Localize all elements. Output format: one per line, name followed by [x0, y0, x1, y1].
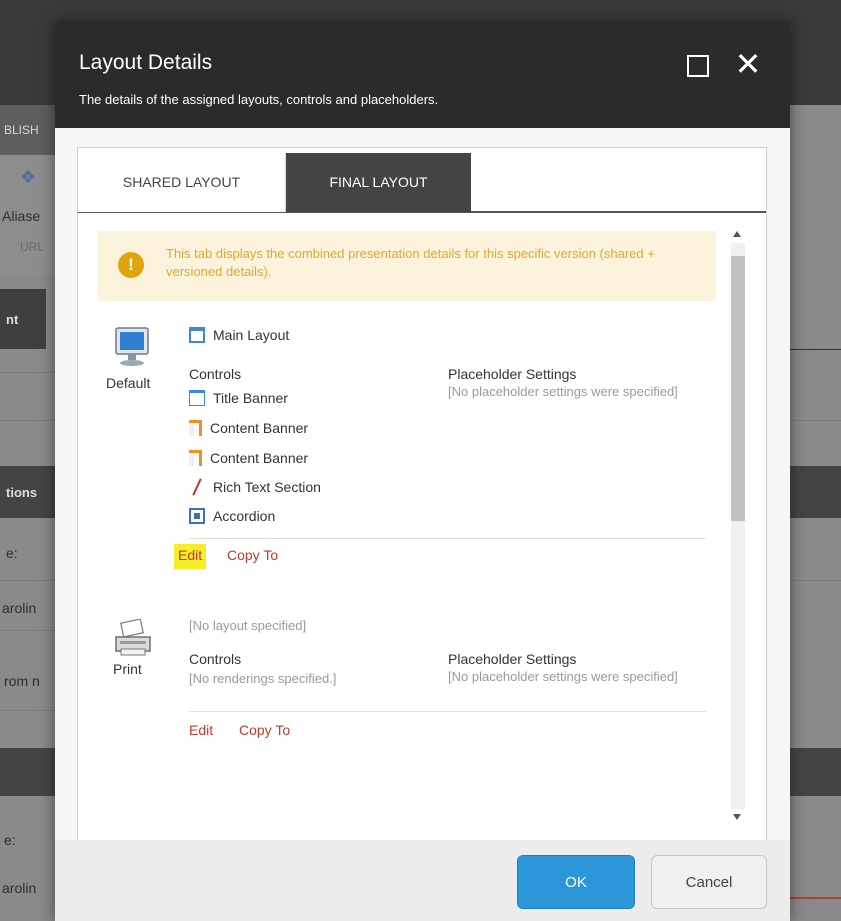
background-section-header: [0, 748, 60, 796]
edit-link[interactable]: Edit: [189, 722, 213, 738]
device-name: Default: [106, 375, 151, 391]
tab-final-layout[interactable]: FINAL LAYOUT: [286, 153, 471, 212]
control-label: Accordion: [213, 508, 276, 524]
layout-icon: [189, 327, 205, 343]
tab-bar: SHARED LAYOUT FINAL LAYOUT: [78, 153, 766, 213]
background-divider: [790, 420, 841, 421]
control-label: Content Banner: [210, 420, 309, 436]
control-label: Title Banner: [213, 390, 288, 406]
background-divider: [0, 630, 60, 631]
scrollbar-thumb[interactable]: [731, 256, 745, 521]
background-divider: [0, 372, 60, 373]
scroll-down-icon[interactable]: [733, 814, 741, 820]
background-field-label: e:: [4, 832, 16, 848]
background-field-value: arolin: [2, 600, 37, 616]
control-item[interactable]: Content Banner: [189, 420, 308, 436]
warning-icon: !: [118, 252, 144, 278]
ok-button[interactable]: OK: [517, 855, 635, 909]
background-divider: [790, 349, 841, 350]
copy-to-link[interactable]: Copy To: [227, 547, 278, 563]
control-item[interactable]: Title Banner: [189, 390, 288, 406]
background-divider: [790, 580, 841, 581]
placeholder-settings-label: Placeholder Settings: [448, 366, 577, 382]
background-divider: [0, 420, 60, 421]
background-field-value: arolin: [2, 880, 37, 896]
control-label: Content Banner: [210, 450, 309, 466]
close-icon[interactable]: ✕: [730, 46, 766, 82]
background-section-header: [790, 466, 841, 518]
background-section-header: [790, 748, 841, 796]
placeholder-settings-text: [No placeholder settings were specified]: [448, 384, 678, 399]
printer-icon: [112, 618, 154, 664]
control-label: Rich Text Section: [213, 479, 321, 495]
background-aliases-label: Aliase: [2, 208, 41, 224]
controls-label: Controls: [189, 366, 242, 382]
background-from-label: rom n: [4, 673, 40, 689]
background-publish-label: BLISH: [4, 123, 39, 137]
controls-label: Controls: [189, 651, 242, 667]
dialog-header: Layout Details The details of the assign…: [55, 22, 790, 128]
placeholder-settings-text: [No placeholder settings were specified]: [448, 669, 678, 684]
device-name: Print: [113, 661, 142, 677]
vertical-scrollbar[interactable]: [728, 231, 748, 821]
edit-link[interactable]: Edit: [174, 544, 207, 569]
layout-item[interactable]: Main Layout: [189, 327, 289, 343]
title-banner-icon: [189, 390, 205, 406]
background-tab-label: nt: [6, 312, 19, 327]
layout-empty-text: [No layout specified]: [189, 618, 307, 633]
background-url-label: URL: [20, 240, 45, 254]
device-print: Print [No layout specified] Controls [No…: [98, 601, 718, 801]
background-divider: [0, 710, 60, 711]
layout-scroll-area[interactable]: ! This tab displays the combined present…: [98, 231, 746, 821]
background-options-label: tions: [6, 485, 38, 500]
aliases-icon: ❖: [20, 167, 37, 187]
divider: [189, 711, 706, 712]
control-item[interactable]: Rich Text Section: [189, 479, 321, 495]
monitor-icon: [112, 326, 152, 375]
control-item[interactable]: Accordion: [189, 508, 275, 524]
controls-empty-text: [No renderings specified.]: [189, 671, 337, 686]
layout-details-dialog: Layout Details The details of the assign…: [55, 22, 790, 921]
background-field-label: e:: [6, 545, 18, 561]
control-item[interactable]: Content Banner: [189, 450, 308, 466]
cancel-button[interactable]: Cancel: [651, 855, 767, 909]
background-accent-line: [790, 897, 841, 899]
content-banner-icon: [189, 420, 202, 436]
rich-text-icon: [189, 479, 205, 495]
accordion-icon: [189, 508, 205, 524]
divider: [189, 538, 706, 539]
layout-panel: SHARED LAYOUT FINAL LAYOUT ! This tab di…: [77, 147, 767, 847]
device-default: Default Main Layout Controls Title Banne…: [98, 316, 718, 576]
tab-shared-layout[interactable]: SHARED LAYOUT: [78, 153, 286, 212]
dialog-subtitle: The details of the assigned layouts, con…: [79, 92, 439, 107]
maximize-icon[interactable]: [687, 55, 709, 77]
content-banner-icon: [189, 450, 202, 466]
copy-to-link[interactable]: Copy To: [239, 722, 290, 738]
background-divider: [0, 580, 60, 581]
warning-text: This tab displays the combined presentat…: [166, 246, 655, 279]
dialog-title: Layout Details: [79, 51, 213, 74]
dialog-footer: OK Cancel: [55, 840, 790, 921]
layout-label: Main Layout: [213, 327, 290, 343]
placeholder-settings-label: Placeholder Settings: [448, 651, 577, 667]
scroll-up-icon[interactable]: [733, 231, 741, 237]
info-warning-box: ! This tab displays the combined present…: [98, 231, 716, 301]
